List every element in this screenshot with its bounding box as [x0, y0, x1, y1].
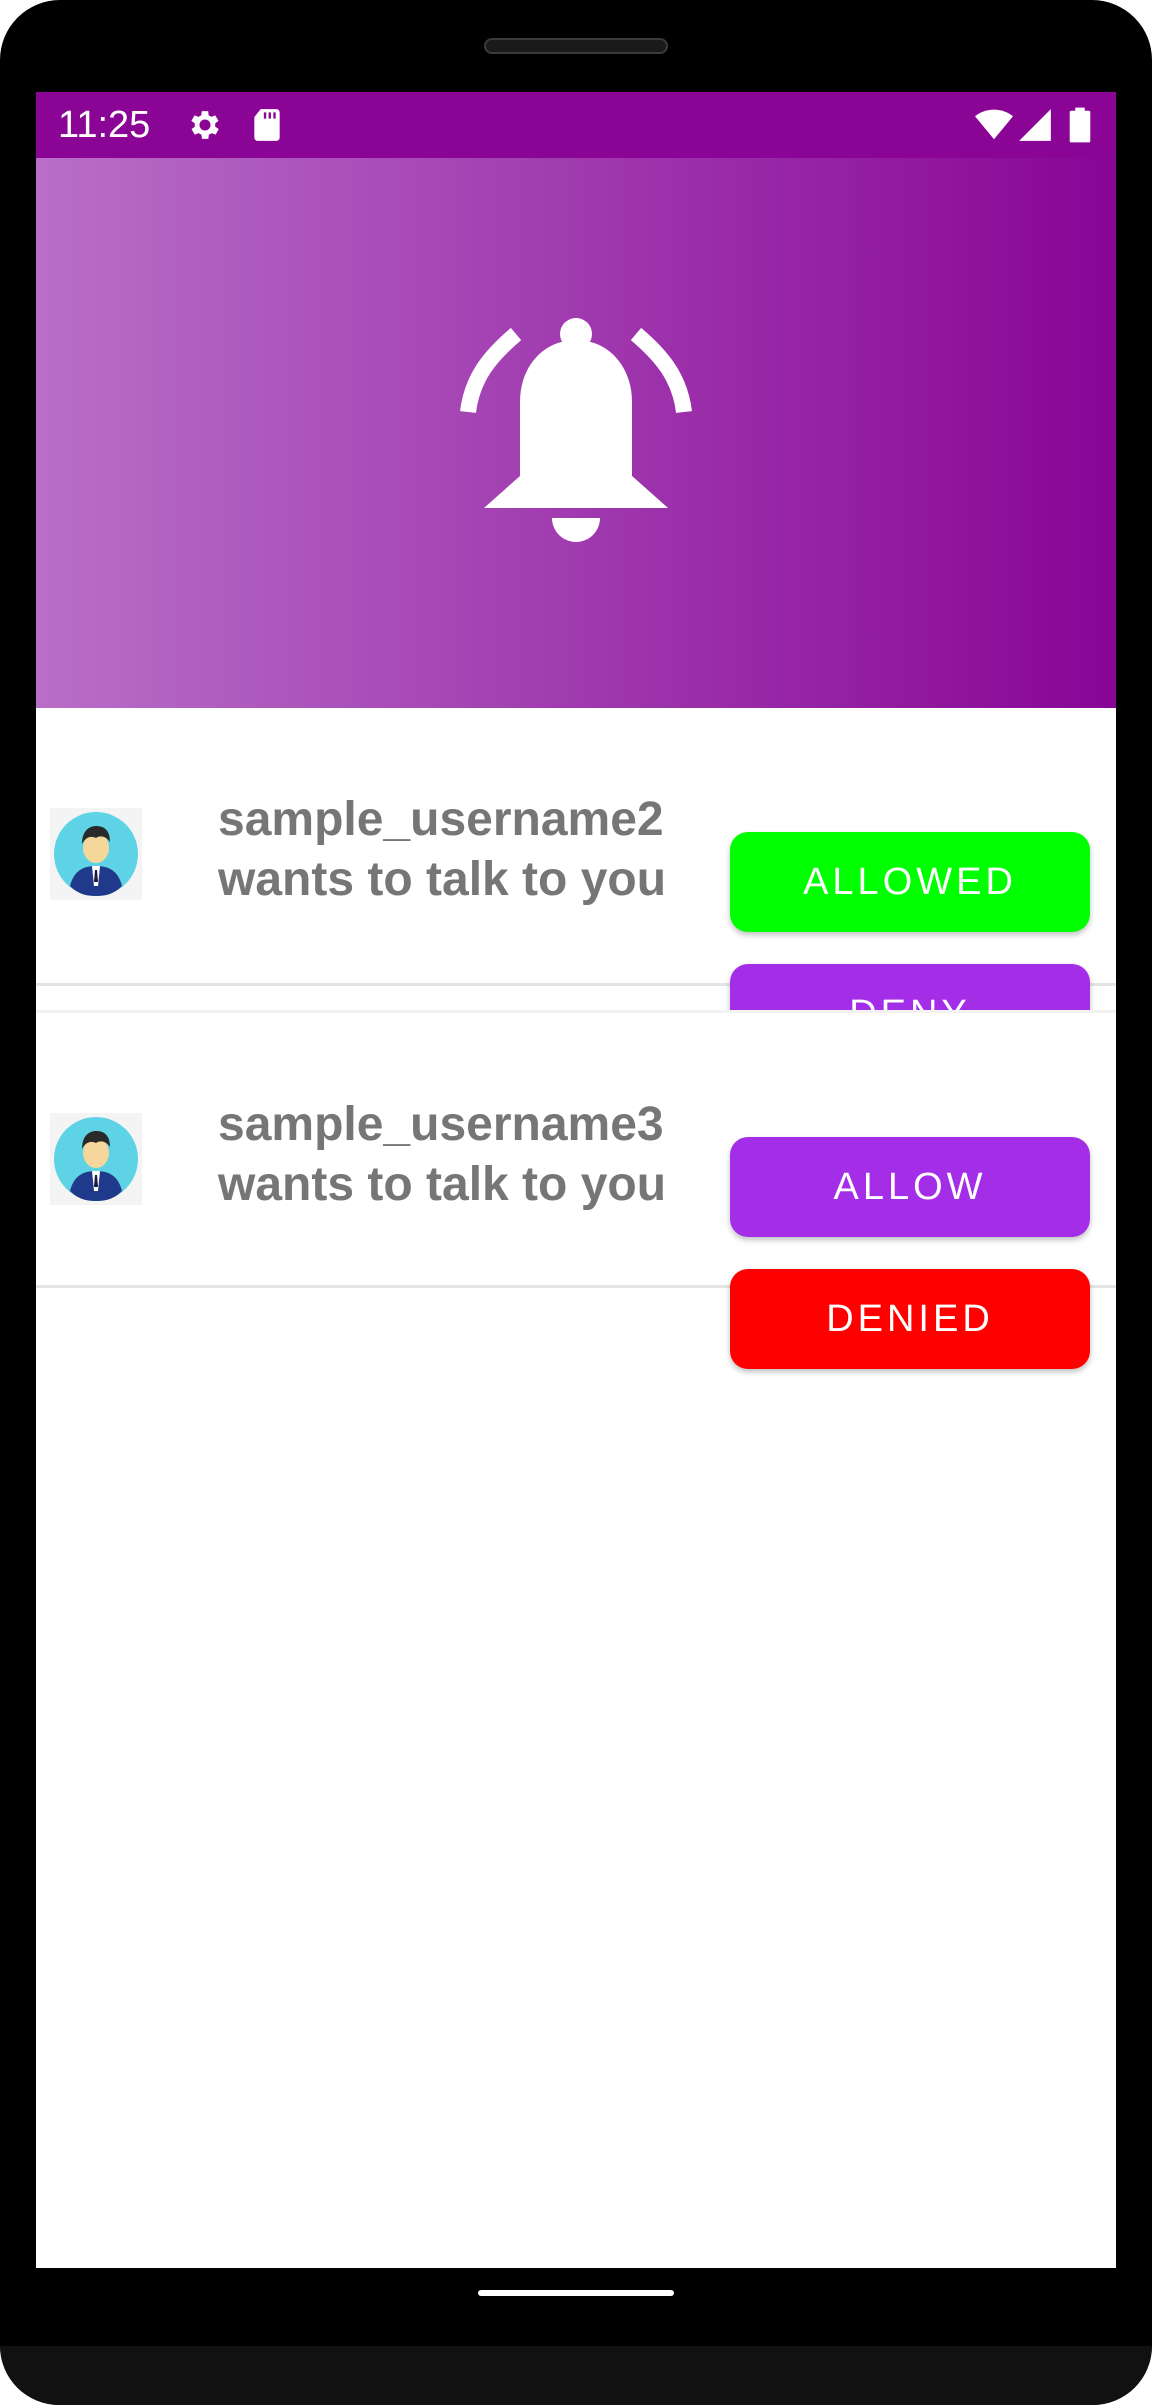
denied-button[interactable]: DENIED	[730, 1269, 1090, 1369]
phone-bottom-bezel	[0, 2346, 1152, 2405]
header-banner	[36, 158, 1116, 708]
request-text: wants to talk to you	[218, 853, 667, 906]
user-avatar-icon	[50, 808, 142, 900]
earpiece-speaker	[484, 38, 668, 54]
signal-icon	[1019, 109, 1051, 141]
request-message: sample_username2wants to talk to you	[218, 790, 738, 910]
wifi-icon	[975, 109, 1013, 140]
status-bar: 11:25	[36, 92, 1116, 158]
app-screen: 11:25 sample_username2 wants to talk to …	[36, 92, 1116, 2268]
request-message: sample_username3wants to talk to you	[218, 1095, 738, 1215]
status-time: 11:25	[58, 104, 151, 146]
allow-button[interactable]: ALLOW	[730, 1137, 1090, 1237]
request-card: sample_username2 wants to talk to you ALLO…	[36, 708, 1116, 1064]
bell-ringing-icon	[460, 318, 692, 542]
request-card: sample_username3 wants to talk to you ALLO…	[36, 1010, 1116, 1369]
user-avatar-icon	[50, 1113, 142, 1205]
request-username: sample_username2	[218, 793, 664, 846]
home-gesture-bar[interactable]	[478, 2290, 674, 2296]
phone-frame: 11:25 sample_username2 wants to talk to …	[0, 0, 1152, 2405]
gear-icon	[191, 111, 219, 139]
request-username: sample_username3	[218, 1098, 664, 1151]
request-text: wants to talk to you	[218, 1158, 667, 1211]
sd-card-icon	[254, 109, 280, 141]
allowed-button[interactable]: ALLOWED	[730, 832, 1090, 932]
battery-icon	[1069, 107, 1091, 143]
